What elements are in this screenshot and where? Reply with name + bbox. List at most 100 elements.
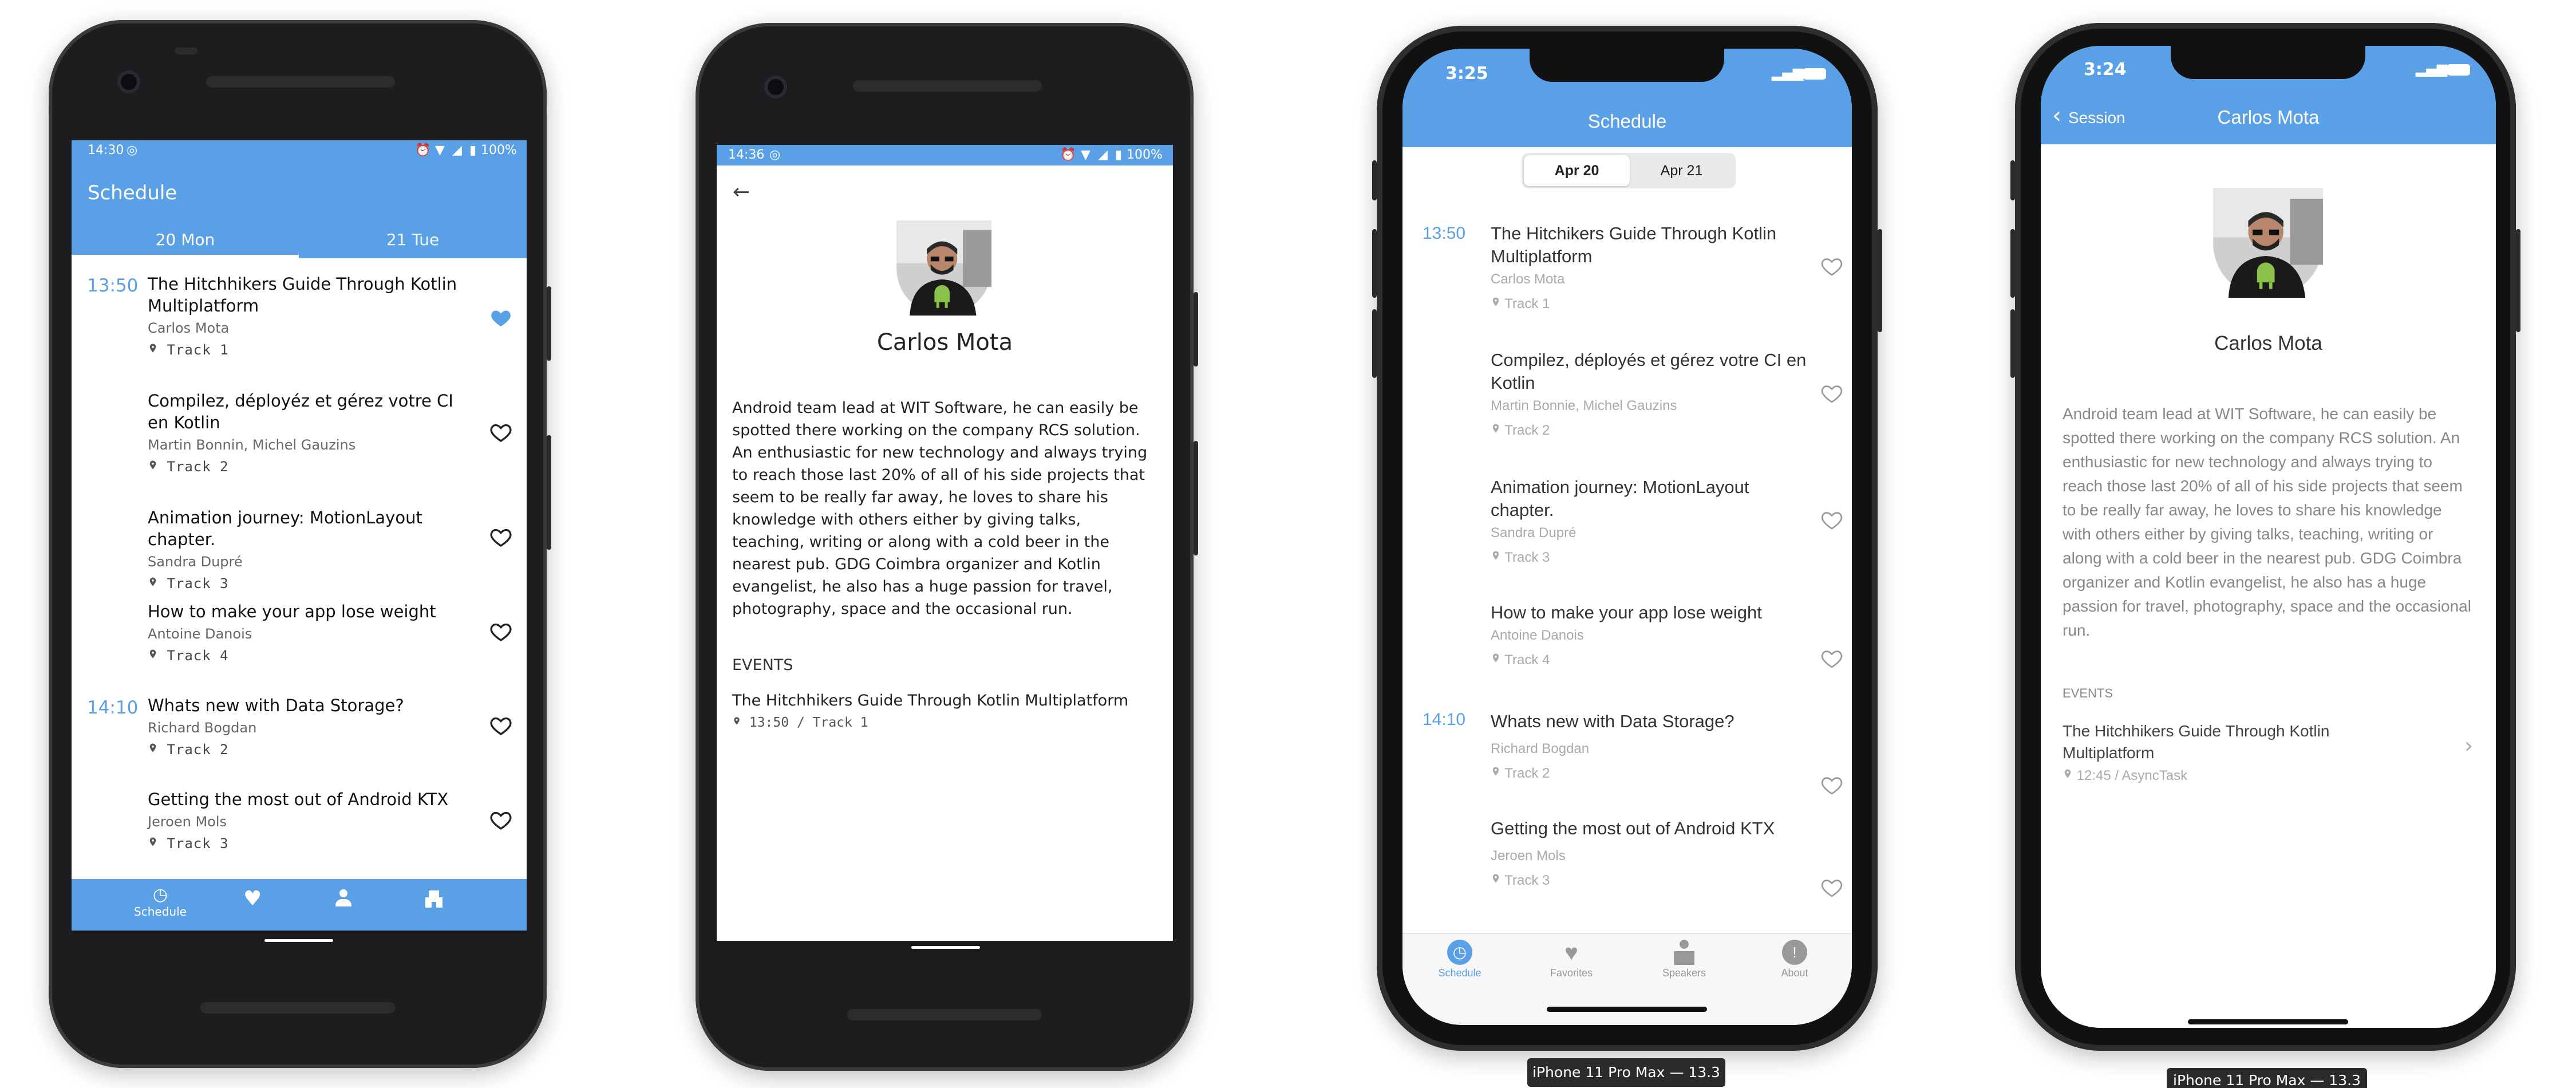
session-room: Track 2 [167, 742, 229, 758]
side-button [1878, 229, 1882, 332]
tab-speakers[interactable]: Speakers [1650, 940, 1718, 979]
session-speakers: Sandra Dupré [148, 554, 243, 570]
nav-title: Schedule [1587, 111, 1667, 132]
session-title: Whats new with Data Storage? [148, 696, 404, 715]
speaker-podium-icon [1672, 940, 1697, 966]
session-item[interactable]: The Hitchikers Guide Through Kotlin Mult… [1491, 222, 1794, 312]
status-time: 14:36 [728, 148, 765, 162]
session-item[interactable]: Compilez, déployés et gérez votre CI en … [1491, 349, 1811, 439]
nav-speakers-person-icon[interactable] [335, 889, 352, 908]
session-room: Track 3 [167, 835, 229, 852]
info-bubble-icon: ! [1782, 940, 1807, 965]
favorite-heart-icon[interactable] [1820, 382, 1843, 405]
session-room: Track 3 [1504, 550, 1550, 565]
battery-icon: ▮ [1115, 148, 1123, 162]
location-pin-icon [1491, 422, 1501, 435]
session-title: Animation journey: MotionLayout chapter. [1491, 477, 1749, 520]
location-pin-icon [1491, 872, 1501, 885]
event-title: The Hitchhikers Guide Through Kotlin Mul… [732, 692, 1129, 709]
android-speaker-screen: 14:36 ◎ ⏰ ▼ ◢ ▮ 100% ← Carlos Mota Andro… [717, 145, 1173, 941]
camera-icon [117, 70, 140, 93]
favorite-heart-icon[interactable] [1820, 508, 1843, 531]
session-speakers: Carlos Mota [1491, 271, 1565, 287]
app-bar: Schedule 20 Mon 21 Tue [72, 161, 527, 258]
side-button [2516, 229, 2520, 332]
event-item[interactable]: The Hitchhikers Guide Through Kotlin Mul… [2063, 720, 2475, 784]
location-pin-icon [148, 459, 158, 471]
battery-percent: 100% [481, 143, 517, 157]
favorite-heart-icon[interactable] [489, 714, 512, 737]
nav-schedule[interactable]: ◷ Schedule [126, 885, 195, 919]
home-indicator[interactable] [1547, 1007, 1707, 1012]
nav-about-building-icon[interactable] [425, 890, 442, 909]
alarm-icon: ⏰ [1060, 148, 1076, 162]
tab-21-tue[interactable]: 21 Tue [299, 224, 527, 256]
tab-about-label: About [1781, 967, 1808, 979]
favorite-heart-icon[interactable] [489, 421, 512, 444]
nav-favorites-heart-icon[interactable]: ♥ [243, 887, 262, 910]
power-button [1194, 292, 1198, 366]
session-title: How to make your app lose weight [1491, 602, 1762, 622]
status-time: 14:30 [88, 143, 124, 157]
session-item[interactable]: Animation journey: MotionLayout chapter.… [1491, 476, 1794, 566]
favorite-heart-icon[interactable] [489, 809, 512, 831]
session-item[interactable]: Whats new with Data Storage? Richard Bog… [1491, 710, 1811, 782]
session-speakers: Carlos Mota [148, 320, 230, 336]
favorite-heart-icon[interactable] [1820, 255, 1843, 278]
tab-favorites[interactable]: ♥ Favorites [1537, 940, 1606, 979]
favorite-heart-icon[interactable] [1820, 876, 1843, 899]
segment-apr-21[interactable]: Apr 21 [1630, 155, 1733, 186]
back-arrow-icon[interactable]: ← [733, 180, 750, 204]
session-item[interactable]: How to make your app lose weight Antoine… [1491, 601, 1811, 668]
session-item[interactable]: Whats new with Data Storage? Richard Bog… [148, 695, 468, 758]
session-speakers: Martin Bonnin, Michel Gauzins [148, 437, 356, 453]
location-pin-icon [1491, 549, 1501, 562]
bottom-navigation: ◷ Schedule ♥ [72, 879, 527, 931]
events-label: EVENTS [2063, 686, 2113, 700]
session-item[interactable]: Getting the most out of Android KTX Jero… [148, 789, 468, 852]
wifi-icon: ▼ [1081, 148, 1091, 162]
home-gesture-bar[interactable] [264, 939, 333, 942]
speaker-bio: Android team lead at WIT Software, he ca… [732, 399, 1148, 618]
favorite-heart-icon[interactable] [1820, 647, 1843, 670]
session-item[interactable]: Getting the most out of Android KTX Jero… [1491, 817, 1811, 889]
session-room: Track 4 [167, 648, 229, 664]
location-pin-icon [148, 575, 158, 588]
status-time: 3:25 [1445, 64, 1488, 84]
status-bar: 14:30 ◎ ⏰ ▼ ◢ ▮ 100% [72, 140, 527, 161]
wifi-icon: ▼ [435, 143, 445, 157]
event-item[interactable]: The Hitchhikers Guide Through Kotlin Mul… [732, 692, 1156, 730]
earpiece-speaker [853, 80, 1042, 92]
device-label: iPhone 11 Pro Max — 13.3 [1527, 1058, 1725, 1087]
home-indicator[interactable] [2188, 1019, 2348, 1024]
favorite-heart-icon[interactable] [489, 306, 512, 329]
alarm-icon: ⏰ [415, 143, 431, 157]
segment-apr-20[interactable]: Apr 20 [1524, 155, 1630, 186]
event-title: The Hitchhikers Guide Through Kotlin Mul… [2063, 722, 2330, 762]
session-item[interactable]: The Hitchhikers Guide Through Kotlin Mul… [148, 273, 468, 358]
favorite-heart-icon[interactable] [489, 526, 512, 549]
favorite-heart-icon[interactable] [1820, 774, 1843, 797]
home-gesture-bar[interactable] [911, 946, 980, 949]
events-label: EVENTS [732, 656, 793, 674]
tab-about[interactable]: ! About [1760, 940, 1829, 979]
session-item[interactable]: How to make your app lose weight Antoine… [148, 601, 468, 664]
session-room: Track 3 [167, 575, 229, 592]
session-item[interactable]: Compilez, déployéz et gérez votre CI en … [148, 390, 468, 475]
session-speakers: Sandra Dupré [1491, 525, 1577, 541]
navigation-bar: 3:25 ▂▄▆ ◠ Schedule [1402, 49, 1852, 147]
volume-down-button [1372, 309, 1377, 378]
session-title: The Hitchikers Guide Through Kotlin Mult… [1491, 223, 1777, 266]
volume-button [1194, 441, 1198, 555]
location-pin-icon [148, 835, 158, 848]
favorite-heart-icon[interactable] [489, 620, 512, 643]
session-room: Track 1 [167, 342, 229, 358]
tab-20-mon[interactable]: 20 Mon [72, 224, 299, 256]
session-item[interactable]: Animation journey: MotionLayout chapter.… [148, 507, 491, 592]
session-title: Animation journey: MotionLayout chapter. [148, 508, 422, 549]
location-pin-icon [148, 648, 158, 660]
battery-icon [2447, 64, 2470, 76]
tab-schedule[interactable]: ◷ Schedule [1425, 940, 1494, 979]
ios-speaker-screen: 3:24 ▂▄▆ ◠ ‹ Session Carlos Mota Carlos … [2041, 46, 2496, 1028]
event-time: 12:45 [2076, 768, 2111, 783]
